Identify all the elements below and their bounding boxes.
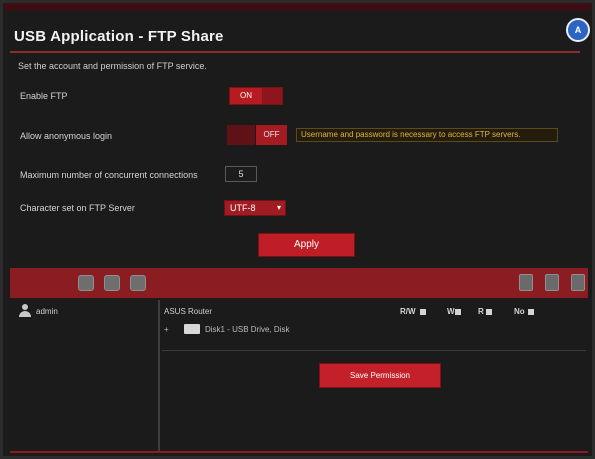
max-connections-label: Maximum number of concurrent connections bbox=[20, 170, 198, 180]
anonymous-warning: Username and password is necessary to ac… bbox=[296, 128, 558, 142]
top-accent-bar bbox=[4, 3, 591, 11]
max-connections-input[interactable]: 5 bbox=[225, 166, 257, 182]
col-rw-checkbox[interactable] bbox=[420, 309, 426, 315]
delete-folder-icon[interactable] bbox=[545, 274, 559, 291]
user-icon bbox=[18, 304, 32, 318]
character-set-select[interactable]: UTF-8 ▾ bbox=[224, 200, 286, 216]
edit-account-icon[interactable] bbox=[130, 275, 146, 291]
allow-anonymous-value: OFF bbox=[256, 125, 287, 145]
col-r: R bbox=[478, 307, 484, 316]
tree-item-disk[interactable]: Disk1 - USB Drive, Disk bbox=[205, 325, 289, 334]
tree-expander[interactable]: + bbox=[164, 325, 169, 334]
col-no: No bbox=[514, 307, 525, 316]
bottom-border bbox=[10, 451, 588, 453]
account-toolbar bbox=[10, 268, 588, 298]
enable-ftp-value: ON bbox=[240, 91, 252, 100]
toggle-knob bbox=[227, 125, 255, 145]
enable-ftp-label: Enable FTP bbox=[20, 91, 68, 101]
character-set-value: UTF-8 bbox=[230, 203, 256, 213]
account-list bbox=[10, 300, 160, 452]
add-account-icon[interactable] bbox=[78, 275, 94, 291]
col-rw: R/W bbox=[400, 307, 416, 316]
save-permission-button[interactable]: Save Permission bbox=[319, 363, 441, 388]
rename-folder-icon[interactable] bbox=[571, 274, 585, 291]
col-w-checkbox[interactable] bbox=[455, 309, 461, 315]
character-set-label: Character set on FTP Server bbox=[20, 203, 135, 213]
enable-ftp-toggle[interactable]: ON bbox=[229, 87, 283, 105]
drive-icon bbox=[184, 324, 200, 334]
chevron-down-icon: ▾ bbox=[276, 203, 281, 212]
row-divider bbox=[162, 350, 586, 351]
toggle-knob bbox=[262, 88, 282, 104]
col-no-checkbox[interactable] bbox=[528, 309, 534, 315]
brand-logo-icon: A bbox=[566, 18, 590, 42]
allow-anonymous-label: Allow anonymous login bbox=[20, 131, 113, 141]
page-description: Set the account and permission of FTP se… bbox=[18, 61, 207, 71]
add-folder-icon[interactable] bbox=[519, 274, 533, 291]
col-w: W bbox=[447, 307, 455, 316]
account-item-admin[interactable]: admin bbox=[36, 307, 58, 316]
delete-account-icon[interactable] bbox=[104, 275, 120, 291]
folder-tree-header: ASUS Router bbox=[164, 307, 213, 316]
page-title: USB Application - FTP Share bbox=[14, 28, 224, 45]
col-r-checkbox[interactable] bbox=[486, 309, 492, 315]
title-divider bbox=[10, 51, 580, 53]
apply-button[interactable]: Apply bbox=[258, 233, 355, 257]
allow-anonymous-toggle[interactable]: OFF bbox=[227, 125, 287, 145]
